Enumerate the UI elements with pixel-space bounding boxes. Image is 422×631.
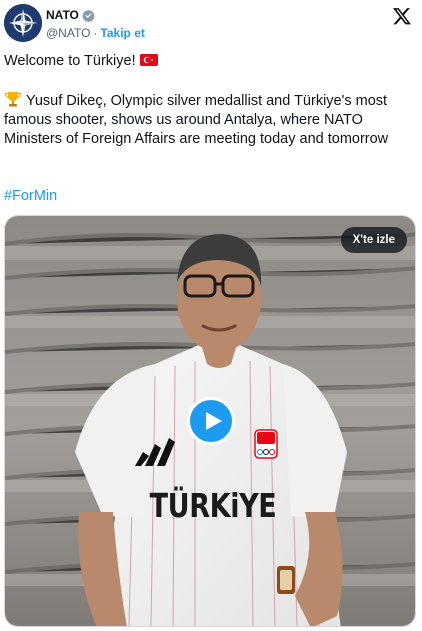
hashtag-link[interactable]: #ForMin <box>4 187 416 206</box>
tweet-body: Yusuf Dikeç, Olympic silver medallist an… <box>4 91 416 149</box>
nato-compass-logo-icon <box>4 4 42 42</box>
tweet-body-text: Yusuf Dikeç, Olympic silver medallist an… <box>4 93 389 147</box>
account-name-row: NATO <box>46 6 95 24</box>
trophy-emoji-icon <box>4 91 22 107</box>
nato-avatar[interactable] <box>4 4 42 42</box>
separator-dot: · <box>93 26 98 40</box>
watch-on-x-button[interactable]: X'te izle <box>340 227 407 253</box>
greeting-text: Welcome to Türkiye! <box>4 53 136 69</box>
account-handle[interactable]: @NATO <box>46 26 90 40</box>
turkey-flag-emoji-icon <box>139 54 158 66</box>
follow-button[interactable]: Takip et <box>100 26 144 40</box>
x-logo-icon[interactable] <box>392 6 412 26</box>
video-media[interactable]: TÜRKiYE X'te izle <box>4 215 416 627</box>
shirt-text: TÜRKiYE <box>149 486 277 525</box>
tweet-greeting: Welcome to Türkiye! <box>4 52 416 71</box>
play-icon <box>205 412 222 430</box>
verified-badge-icon <box>82 9 95 22</box>
tweet-header: NATO @NATO · Takip et <box>4 4 418 42</box>
play-button[interactable] <box>187 397 235 445</box>
handle-row: @NATO · Takip et <box>46 26 145 40</box>
account-name[interactable]: NATO <box>46 8 79 22</box>
